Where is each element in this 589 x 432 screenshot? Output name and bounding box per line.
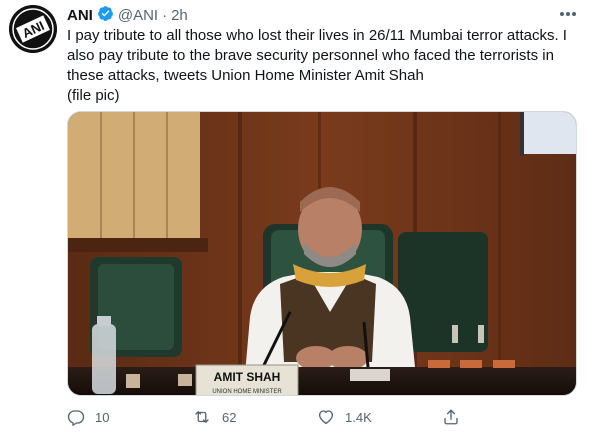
verified-badge-icon: [97, 5, 114, 26]
heart-icon: [318, 410, 334, 425]
tweet-text-line: (file pic): [67, 87, 120, 104]
ani-logo: ANI: [9, 5, 57, 53]
reply-button[interactable]: 10: [67, 408, 192, 426]
reply-count: 10: [95, 409, 110, 425]
tweet-header: ANI @ANI · 2h: [67, 5, 188, 25]
author-name[interactable]: ANI: [67, 7, 93, 24]
share-icon: [444, 409, 458, 425]
tweet-actions: 10 62 1.4K: [67, 405, 567, 429]
nameplate-title: UNION HOME MINISTER: [212, 389, 282, 395]
share-button[interactable]: [442, 408, 567, 426]
separator-dot: ·: [162, 6, 168, 24]
tweet-photo[interactable]: AMIT SHAH UNION HOME MINISTER: [67, 111, 577, 396]
retweet-button[interactable]: 62: [192, 408, 317, 426]
retweet-icon: [195, 411, 209, 423]
author-handle[interactable]: @ANI: [118, 7, 158, 24]
retweet-count: 62: [222, 409, 237, 425]
like-count: 1.4K: [345, 409, 372, 425]
tweet-text-line: these attacks, tweets Union Home Ministe…: [67, 67, 424, 84]
like-button[interactable]: 1.4K: [317, 408, 442, 426]
tweet-text: I pay tribute to all those who lost thei…: [67, 26, 579, 106]
avatar[interactable]: ANI: [9, 5, 57, 53]
reply-icon: [67, 410, 85, 426]
nameplate-name: AMIT SHAH: [214, 370, 281, 384]
tweet-time[interactable]: 2h: [171, 7, 188, 24]
tweet-text-line: I pay tribute to all those who lost thei…: [67, 27, 567, 44]
tweet-text-line: also pay tribute to the brave security p…: [67, 47, 554, 64]
more-dots-icon[interactable]: [557, 6, 579, 22]
